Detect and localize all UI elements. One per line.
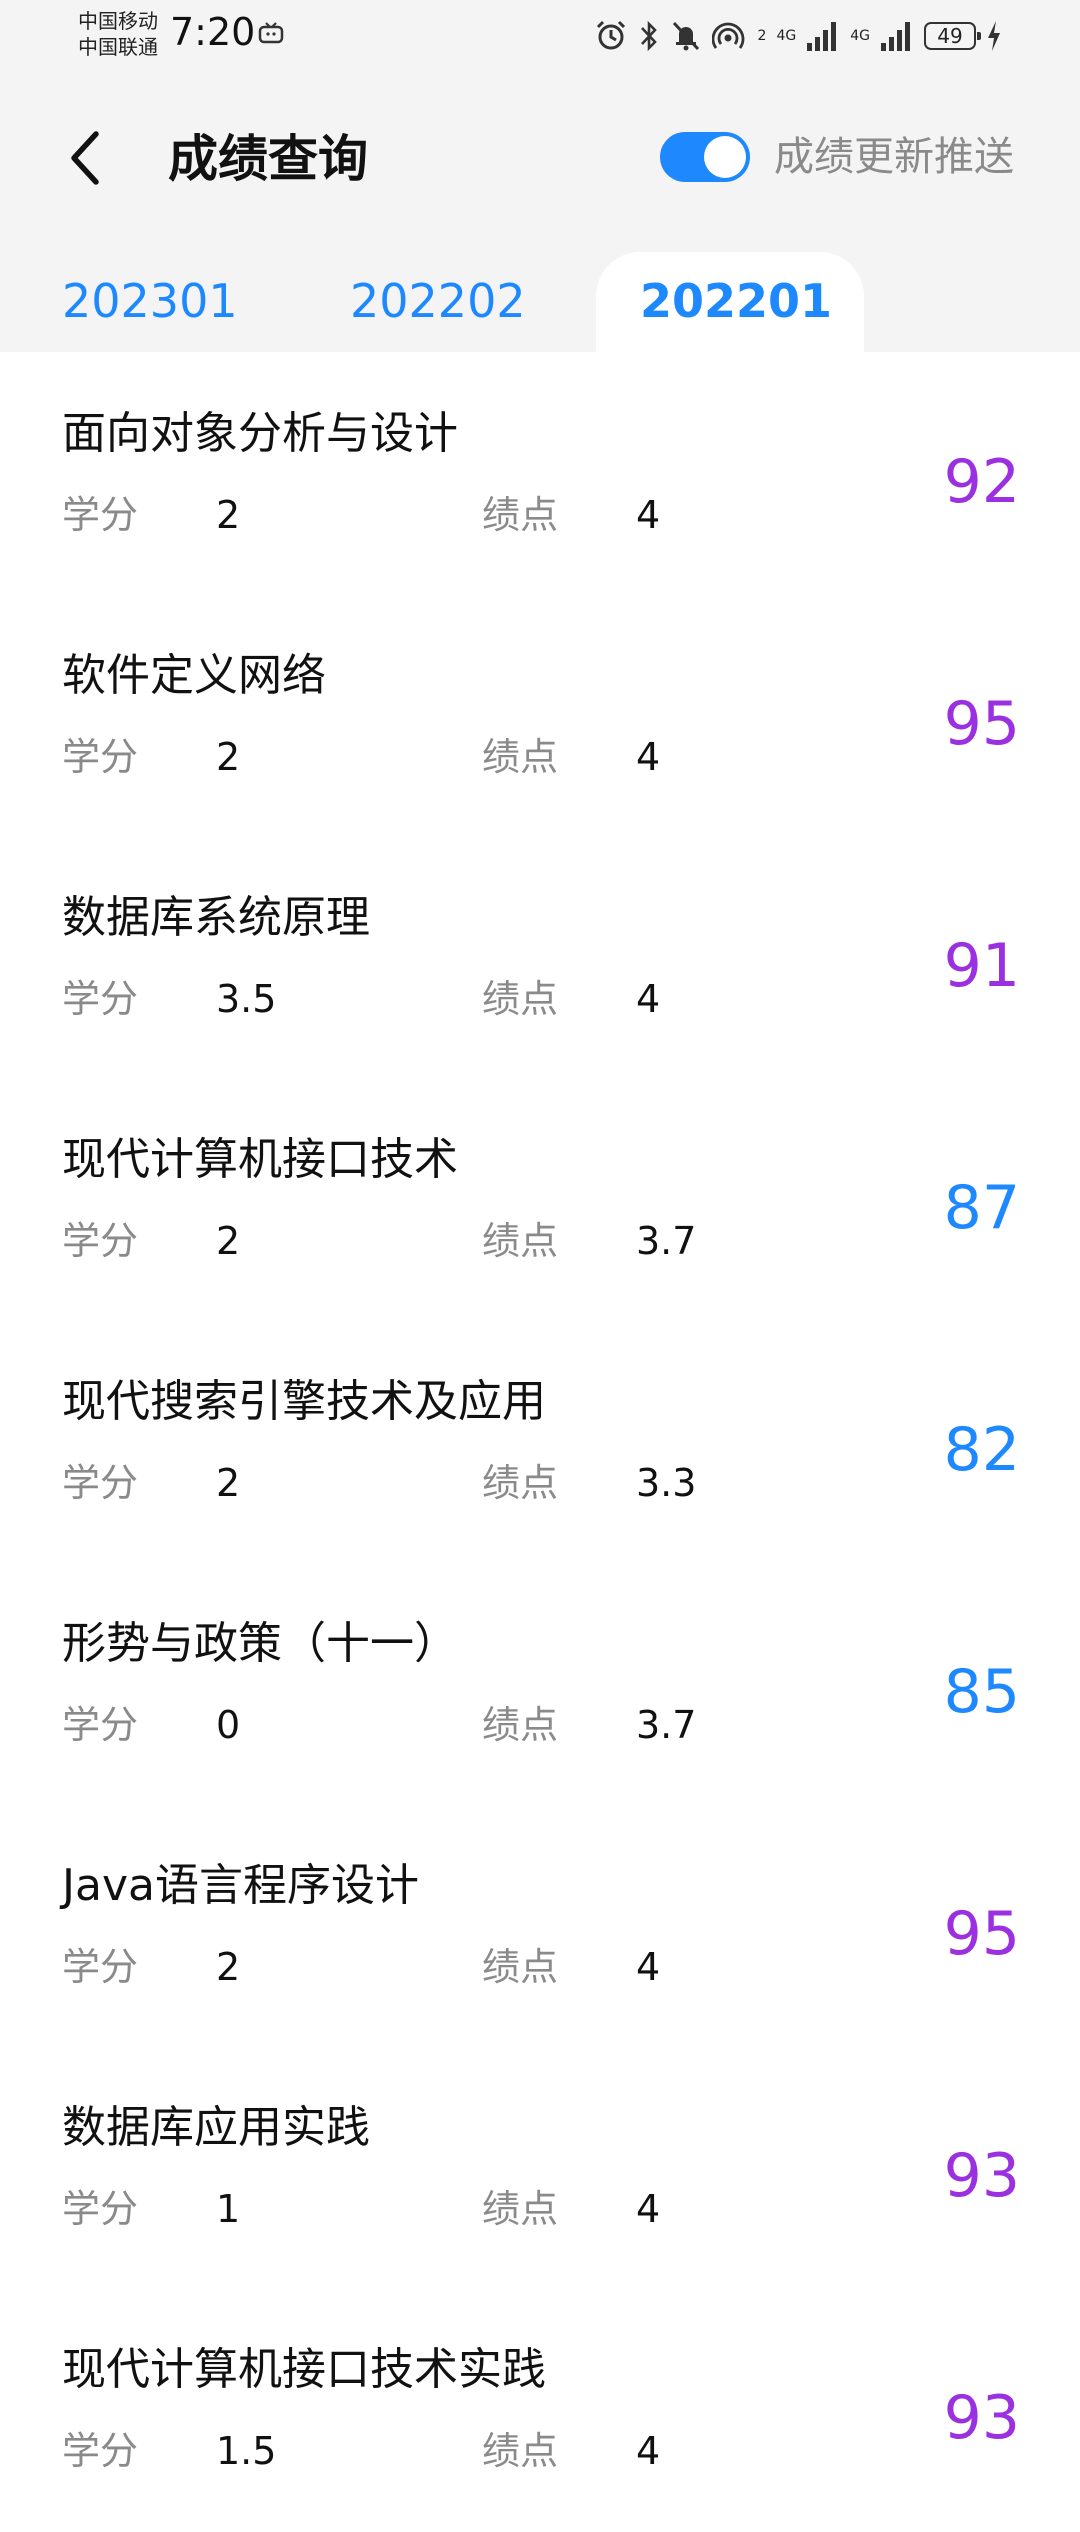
course-row[interactable]: 面向对象分析与设计 学分 2 绩点 4 92 <box>0 352 1080 594</box>
gpa-value: 3.7 <box>636 1219 697 1263</box>
score-value: 92 <box>943 447 1020 517</box>
gpa-label: 绩点 <box>482 2429 559 2473</box>
battery-icon: 49 <box>924 22 981 50</box>
credit-value: 2 <box>216 735 241 779</box>
gpa-value: 4 <box>636 735 661 779</box>
charging-icon <box>988 21 1000 51</box>
score-value: 95 <box>943 689 1020 759</box>
score-value: 91 <box>943 931 1020 1001</box>
score-value: 93 <box>943 2383 1020 2453</box>
carrier-1: 中国移动 <box>78 9 158 33</box>
gpa-value: 4 <box>636 2187 661 2231</box>
course-name: 形势与政策（十一） <box>62 1618 458 1669</box>
course-name: Java语言程序设计 <box>62 1860 419 1911</box>
credit-value: 3.5 <box>216 977 277 1021</box>
course-name: 数据库应用实践 <box>62 2102 370 2153</box>
gpa-label: 绩点 <box>482 1219 559 1263</box>
course-row[interactable]: 现代计算机接口技术 学分 2 绩点 3.7 87 <box>0 1078 1080 1320</box>
gpa-label: 绩点 <box>482 1703 559 1747</box>
tv-icon <box>258 22 284 44</box>
credit-label: 学分 <box>62 2429 139 2473</box>
carrier-2: 中国联通 <box>78 35 158 59</box>
gpa-value: 4 <box>636 1945 661 1989</box>
score-value: 82 <box>943 1415 1020 1485</box>
credit-value: 1 <box>216 2187 241 2231</box>
alarm-icon <box>596 20 625 50</box>
course-row[interactable]: 软件定义网络 学分 2 绩点 4 95 <box>0 594 1080 836</box>
course-name: 数据库系统原理 <box>62 892 370 943</box>
gpa-value: 3.3 <box>636 1461 697 1505</box>
status-bar: 中国移动 中国联通 7:20 2 4G 4G 49 <box>0 0 1080 72</box>
credit-value: 1.5 <box>216 2429 277 2473</box>
toggle-knob <box>704 136 746 178</box>
network-type-1: 4G <box>776 28 797 44</box>
credit-label: 学分 <box>62 977 139 1021</box>
tab-202301[interactable]: 202301 <box>62 270 238 332</box>
score-value: 85 <box>943 1657 1020 1727</box>
credit-label: 学分 <box>62 1219 139 1263</box>
bluetooth-icon <box>640 20 657 52</box>
push-toggle[interactable] <box>660 132 750 182</box>
carrier-labels: 中国移动 中国联通 <box>78 8 158 60</box>
course-row[interactable]: 现代计算机接口技术实践 学分 1.5 绩点 4 93 <box>0 2288 1080 2530</box>
credit-value: 2 <box>216 1945 241 1989</box>
battery-level: 49 <box>937 24 963 48</box>
gpa-label: 绩点 <box>482 977 559 1021</box>
hotspot-sub-label: 2 <box>757 28 767 44</box>
gpa-label: 绩点 <box>482 735 559 779</box>
chevron-left-icon <box>71 131 99 185</box>
gpa-value: 4 <box>636 2429 661 2473</box>
back-button[interactable] <box>56 118 116 198</box>
credit-value: 2 <box>216 493 241 537</box>
course-row[interactable]: 形势与政策（十一） 学分 0 绩点 3.7 85 <box>0 1562 1080 1804</box>
credit-label: 学分 <box>62 2187 139 2231</box>
course-name: 软件定义网络 <box>62 650 326 701</box>
credit-label: 学分 <box>62 1703 139 1747</box>
credit-label: 学分 <box>62 493 139 537</box>
course-row[interactable]: 数据库应用实践 学分 1 绩点 4 93 <box>0 2046 1080 2288</box>
gpa-label: 绩点 <box>482 1461 559 1505</box>
hotspot-icon <box>711 22 744 49</box>
mute-icon <box>672 21 699 51</box>
credit-value: 2 <box>216 1461 241 1505</box>
credit-value: 2 <box>216 1219 241 1263</box>
signal-icon <box>807 22 837 51</box>
course-row[interactable]: Java语言程序设计 学分 2 绩点 4 95 <box>0 1804 1080 2046</box>
tab-202201[interactable]: 202201 <box>640 270 832 332</box>
push-label: 成绩更新推送 <box>774 134 1014 180</box>
page-title: 成绩查询 <box>168 130 368 188</box>
score-value: 87 <box>943 1173 1020 1243</box>
course-name: 面向对象分析与设计 <box>62 408 458 459</box>
network-type-2: 4G <box>850 28 870 44</box>
course-name: 现代搜索引擎技术及应用 <box>62 1376 546 1427</box>
course-row[interactable]: 数据库系统原理 学分 3.5 绩点 4 91 <box>0 836 1080 1078</box>
credit-label: 学分 <box>62 735 139 779</box>
gpa-value: 4 <box>636 977 661 1021</box>
course-name: 现代计算机接口技术实践 <box>62 2344 546 2395</box>
status-icons: 2 4G 4G 49 <box>594 14 1002 58</box>
course-list: 面向对象分析与设计 学分 2 绩点 4 92 软件定义网络 学分 2 绩点 4 … <box>0 352 1080 2530</box>
score-value: 93 <box>943 2141 1020 2211</box>
course-name: 现代计算机接口技术 <box>62 1134 458 1185</box>
gpa-value: 3.7 <box>636 1703 697 1747</box>
score-value: 95 <box>943 1899 1020 1969</box>
credit-label: 学分 <box>62 1461 139 1505</box>
signal-icon <box>881 22 910 51</box>
status-time: 7:20 <box>170 10 256 54</box>
tab-202202[interactable]: 202202 <box>350 270 526 332</box>
credit-label: 学分 <box>62 1945 139 1989</box>
gpa-label: 绩点 <box>482 493 559 537</box>
credit-value: 0 <box>216 1703 241 1747</box>
gpa-label: 绩点 <box>482 2187 559 2231</box>
gpa-label: 绩点 <box>482 1945 559 1989</box>
course-row[interactable]: 现代搜索引擎技术及应用 学分 2 绩点 3.3 82 <box>0 1320 1080 1562</box>
gpa-value: 4 <box>636 493 661 537</box>
